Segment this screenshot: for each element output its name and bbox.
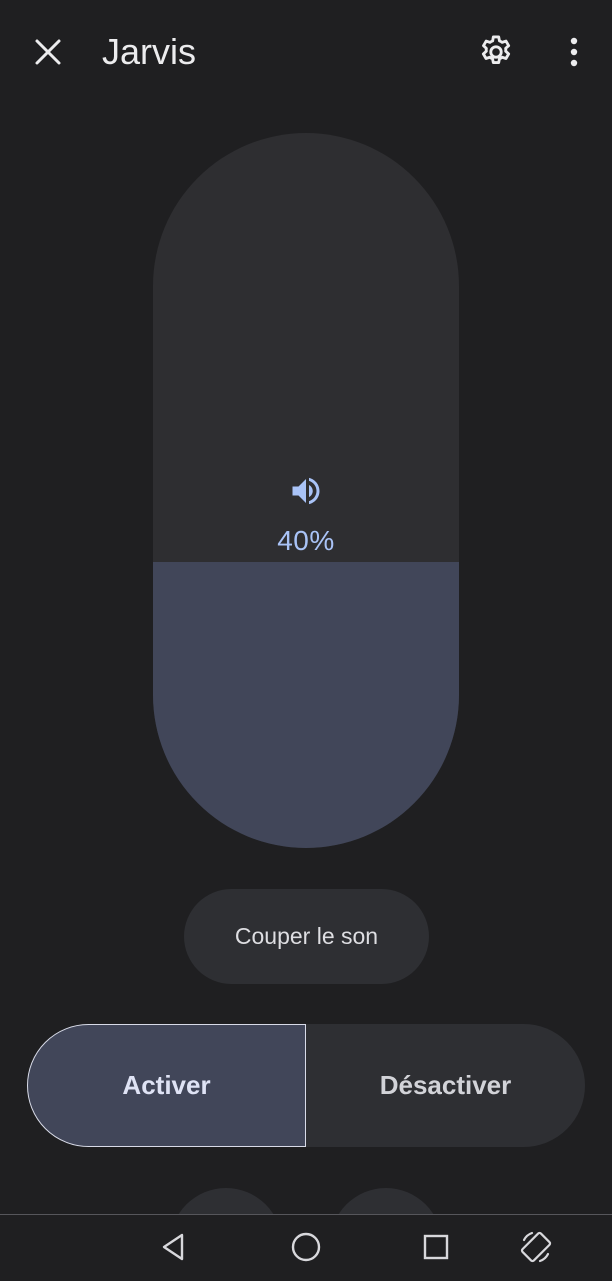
page-title: Jarvis [102, 31, 197, 72]
turn-off-button[interactable]: Désactiver [306, 1024, 585, 1147]
volume-percent-label: 40% [277, 525, 335, 556]
gear-icon [481, 35, 511, 65]
turn-on-button[interactable]: Activer [27, 1024, 306, 1147]
system-navigation-bar [0, 1214, 612, 1281]
volume-slider-fill [153, 562, 459, 848]
screen-rotate-icon [520, 1231, 552, 1263]
recents-square-icon [423, 1234, 449, 1260]
back-triangle-icon [162, 1233, 184, 1261]
back-button[interactable] [154, 1227, 194, 1267]
recents-button[interactable] [416, 1227, 456, 1267]
mute-button[interactable]: Couper le son [184, 889, 429, 984]
more-options-button[interactable] [552, 28, 596, 76]
power-toggle-group: Activer Désactiver [27, 1024, 585, 1147]
top-app-bar: Jarvis [0, 0, 612, 104]
home-button[interactable] [286, 1227, 326, 1267]
home-circle-icon [291, 1232, 321, 1262]
settings-button[interactable] [472, 28, 520, 76]
rotate-screen-button[interactable] [516, 1227, 556, 1267]
speaker-volume-icon [288, 473, 324, 509]
close-button[interactable] [24, 28, 72, 76]
volume-slider[interactable]: 40% [153, 133, 459, 848]
close-icon [35, 39, 61, 65]
more-vert-icon [570, 37, 578, 67]
